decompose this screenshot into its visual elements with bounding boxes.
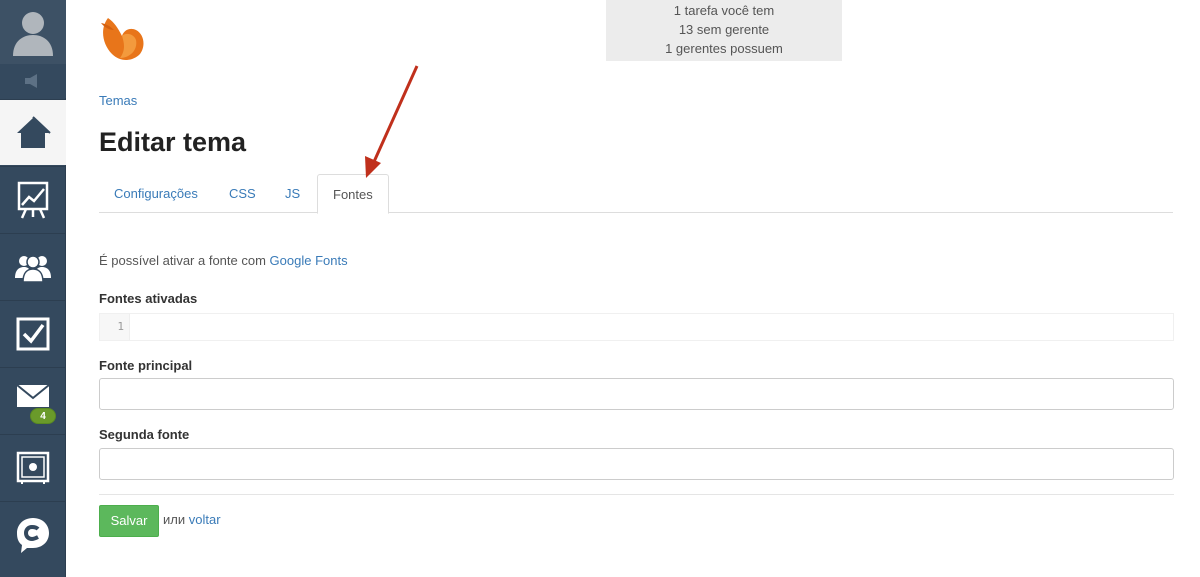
- notice-tasks: 1 tarefa você tem: [673, 3, 775, 18]
- form-divider: [99, 494, 1174, 495]
- notice-managers: 1 gerentes possuem: [665, 41, 783, 56]
- enabled-fonts-editor[interactable]: 1: [99, 313, 1174, 341]
- home-icon: [17, 115, 51, 148]
- main-font-label: Fonte principal: [99, 358, 193, 373]
- app-logo: [101, 18, 144, 60]
- second-font-input[interactable]: [99, 448, 1174, 480]
- notification-panel: 1 tarefa você tem 13 sem gerente 1 geren…: [606, 0, 842, 61]
- fonts-intro: É possível ativar a fonte com Google Fon…: [99, 253, 348, 268]
- save-button[interactable]: Salvar: [99, 505, 159, 537]
- tab-js[interactable]: JS: [270, 174, 315, 213]
- chat-icon: [17, 517, 49, 553]
- chart-icon: [17, 181, 49, 219]
- sidebar-item-mail[interactable]: 4: [0, 367, 66, 433]
- intro-text: É possível ativar a fonte com: [99, 253, 270, 268]
- sidebar-item-chat[interactable]: [0, 501, 66, 567]
- notice-no-manager: 13 sem gerente: [678, 22, 770, 37]
- user-avatar-icon: [13, 12, 53, 56]
- checkbox-icon: [16, 317, 50, 350]
- line-number: 1: [100, 314, 130, 340]
- safe-icon: [16, 451, 50, 484]
- google-fonts-link[interactable]: Google Fonts: [270, 253, 348, 268]
- annotation-arrow-icon: [365, 65, 419, 178]
- sidebar: 4: [0, 0, 66, 577]
- mail-icon: [16, 383, 50, 407]
- sidebar-item-stats[interactable]: [0, 166, 66, 232]
- second-font-label: Segunda fonte: [99, 427, 190, 442]
- form-actions-alt: или voltar: [163, 512, 221, 527]
- breadcrumb-temas[interactable]: Temas: [99, 93, 137, 108]
- sidebar-item-safe[interactable]: [0, 434, 66, 500]
- back-link[interactable]: voltar: [189, 512, 221, 527]
- tab-css[interactable]: CSS: [214, 174, 271, 213]
- mail-badge: 4: [30, 408, 56, 424]
- page-title: Editar tema: [99, 127, 247, 157]
- sidebar-item-home[interactable]: [0, 99, 66, 165]
- sidebar-item-users[interactable]: [0, 233, 66, 299]
- tab-configuracoes[interactable]: Configurações: [99, 174, 213, 213]
- users-icon: [15, 254, 51, 282]
- or-text: или: [163, 512, 186, 527]
- avatar[interactable]: [0, 0, 66, 64]
- tab-bar: Configurações CSS JS Fontes: [99, 174, 1173, 214]
- sound-toggle[interactable]: [0, 64, 66, 98]
- speaker-icon: [25, 74, 37, 88]
- enabled-fonts-label: Fontes ativadas: [99, 291, 198, 306]
- sidebar-item-tasks[interactable]: [0, 300, 66, 366]
- main-font-input[interactable]: [99, 378, 1174, 410]
